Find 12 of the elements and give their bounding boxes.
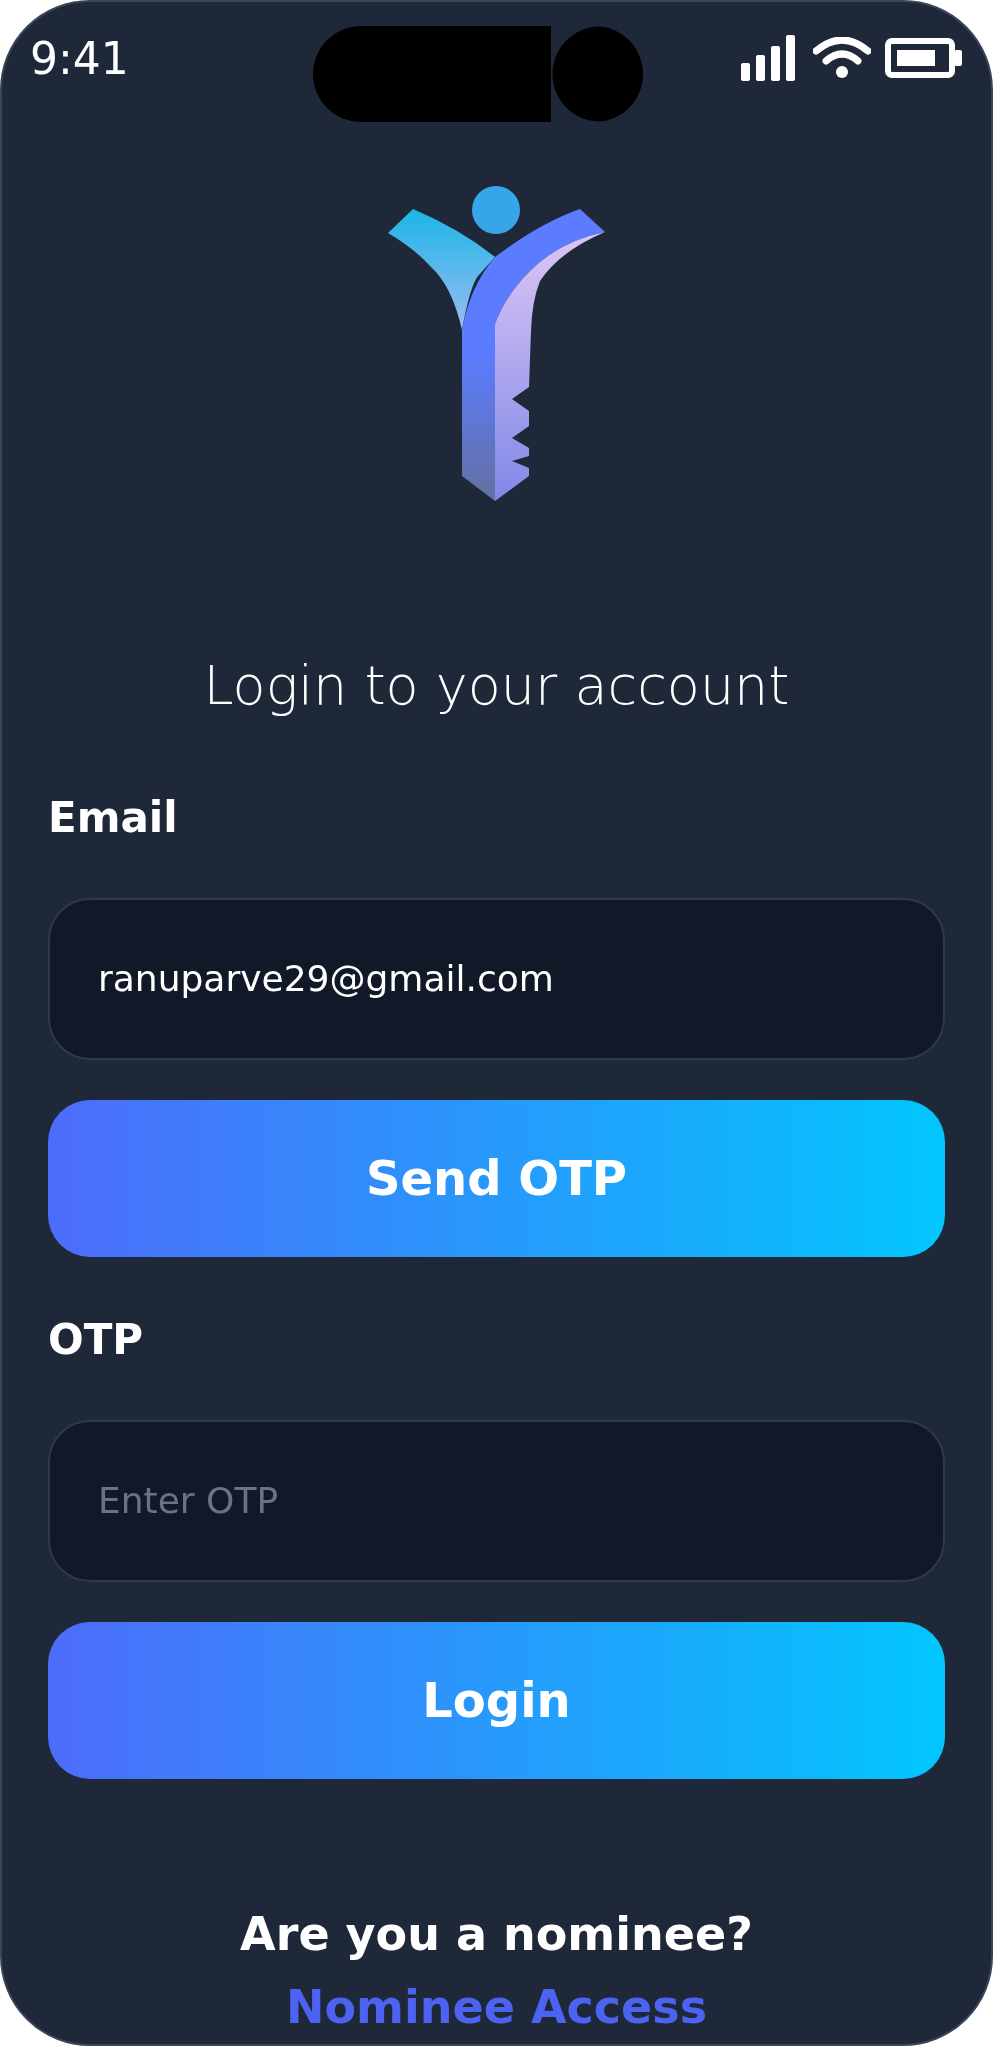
otp-label: OTP (48, 1318, 145, 1361)
email-label: Email (48, 796, 179, 839)
login-button[interactable]: Login (48, 1621, 945, 1779)
status-time: 9:41 (30, 32, 130, 84)
email-field[interactable]: ranuparve29@gmail.com (48, 897, 945, 1060)
wifi-icon (813, 37, 871, 79)
nominee-prompt: Are you a nominee? (240, 1906, 753, 1962)
battery-icon (885, 38, 963, 78)
page-title: Login to your account (203, 654, 790, 719)
nominee-access-link[interactable]: Nominee Access (285, 1980, 708, 2036)
otp-field[interactable]: Enter OTP (48, 1419, 945, 1582)
send-otp-button[interactable]: Send OTP (48, 1099, 945, 1257)
